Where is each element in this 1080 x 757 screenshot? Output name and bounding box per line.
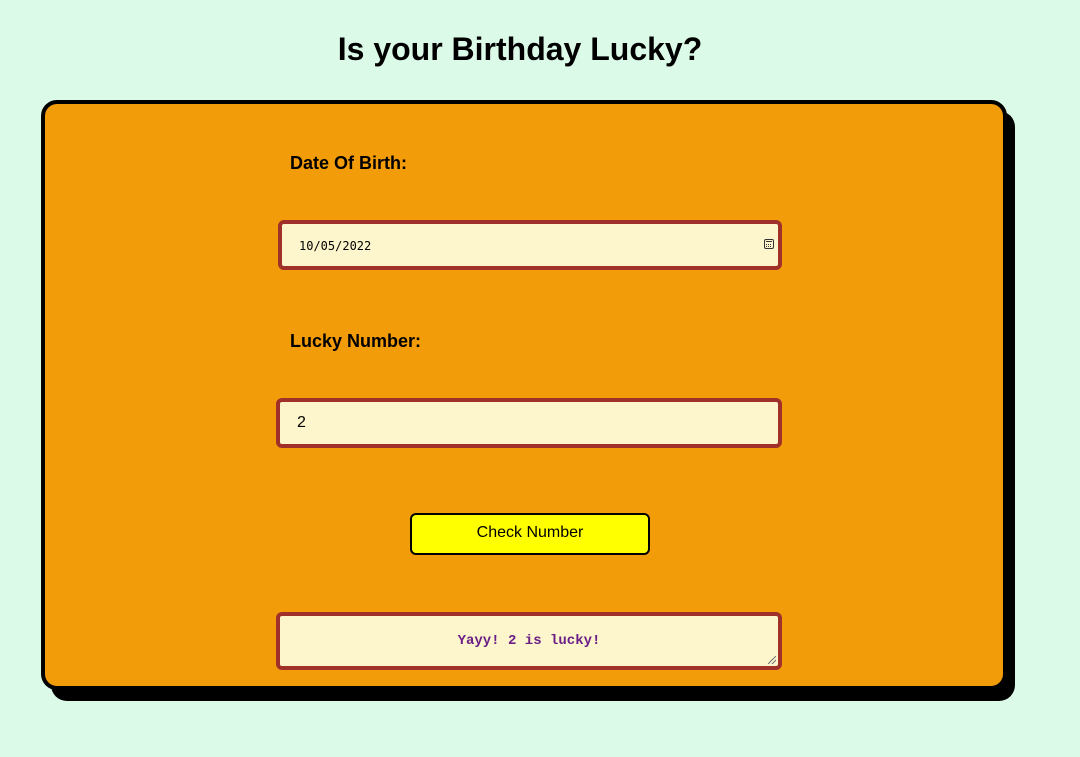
lucky-number-label: Lucky Number: [290,331,422,351]
result-output-textarea[interactable]: Yayy! 2 is lucky! [276,612,782,670]
check-number-button[interactable]: Check Number [410,513,650,555]
date-of-birth-input[interactable]: 10/05/2022 [278,220,782,270]
resize-grip-icon[interactable] [768,656,776,664]
calendar-icon[interactable] [764,239,774,249]
result-output-text: Yayy! 2 is lucky! [457,633,601,649]
date-of-birth-label: Date Of Birth: [290,153,407,173]
lucky-number-input[interactable]: 2 [276,398,782,448]
page-title: Is your Birthday Lucky? [337,31,703,67]
date-of-birth-value: 10/05/2022 [299,239,372,253]
lucky-number-value: 2 [297,414,306,431]
lucky-form-card: Date Of Birth: 10/05/2022 Lucky Number: … [41,100,1007,690]
